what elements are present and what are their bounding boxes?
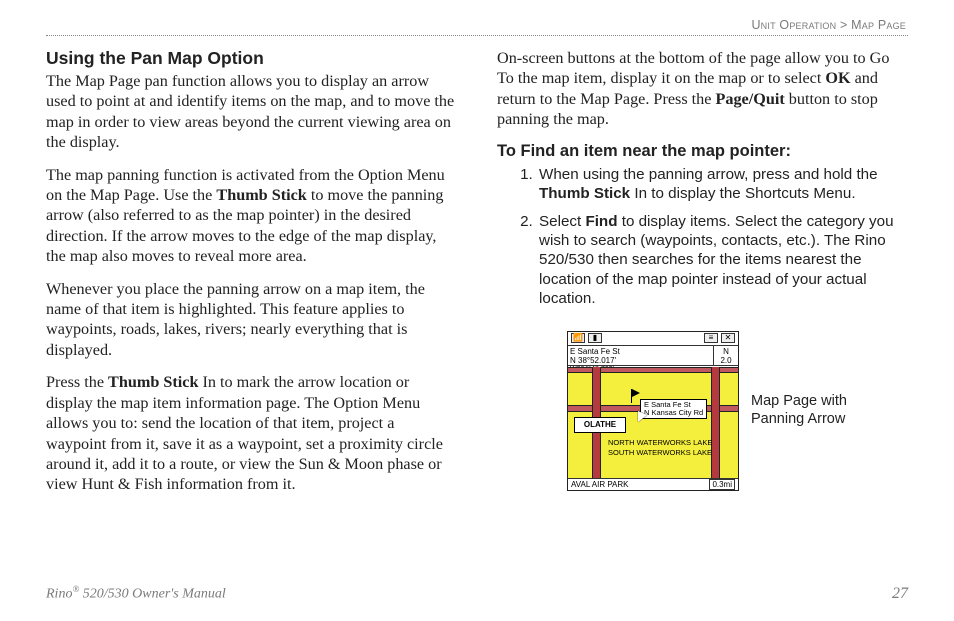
panning-arrow-icon bbox=[638, 411, 648, 421]
breadcrumb-page: Map Page bbox=[851, 18, 906, 32]
paragraph: The map panning function is activated fr… bbox=[46, 165, 457, 267]
paragraph: Whenever you place the panning arrow on … bbox=[46, 279, 457, 361]
road bbox=[711, 367, 720, 490]
section-heading: Using the Pan Map Option bbox=[46, 48, 457, 69]
header-divider bbox=[46, 35, 908, 36]
bold-term: Page/Quit bbox=[715, 90, 784, 108]
popup-line: N Kansas City Rd bbox=[644, 409, 703, 417]
sat-icon: 📶 bbox=[571, 333, 585, 343]
footer-manual-title: Rino® 520/530 Owner's Manual bbox=[46, 584, 226, 603]
bold-term: Thumb Stick bbox=[539, 185, 630, 202]
coord-readout: E Santa Fe St N 38°52.017' W084°48.762' bbox=[568, 346, 714, 365]
step-item: Select Find to display items. Select the… bbox=[537, 212, 908, 309]
bold-term: Thumb Stick bbox=[216, 186, 306, 204]
paragraph: The Map Page pan function allows you to … bbox=[46, 71, 457, 153]
coord-line: N 38°52.017' bbox=[570, 356, 711, 365]
close-icon: ✕ bbox=[721, 333, 735, 343]
subheading: To Find an item near the map pointer: bbox=[497, 142, 908, 161]
text: Press the bbox=[46, 373, 108, 391]
lake-label: NORTH WATERWORKS LAKE bbox=[608, 439, 712, 447]
breadcrumb-section: Unit Operation bbox=[751, 18, 836, 32]
coord-line: E Santa Fe St bbox=[570, 347, 711, 356]
distance-readout: N 2.0 bbox=[714, 346, 738, 365]
map-screenshot: 📶 ▮ ≡ ✕ E Santa Fe St N 38°52.017' W084°… bbox=[567, 331, 739, 491]
step-item: When using the panning arrow, press and … bbox=[537, 165, 908, 204]
content-columns: Using the Pan Map Option The Map Page pa… bbox=[46, 48, 908, 495]
breadcrumb: Unit Operation > Map Page bbox=[46, 18, 908, 32]
bold-term: Thumb Stick bbox=[108, 373, 198, 391]
text: In to mark the arrow location or display… bbox=[46, 373, 443, 493]
menu-icon: ≡ bbox=[704, 333, 718, 343]
page-footer: Rino® 520/530 Owner's Manual 27 bbox=[46, 584, 908, 603]
page-number: 27 bbox=[892, 585, 908, 603]
city-label: OLATHE bbox=[574, 417, 626, 433]
breadcrumb-sep: > bbox=[836, 18, 851, 32]
battery-icon: ▮ bbox=[588, 333, 602, 343]
device-topbar: 📶 ▮ ≡ ✕ bbox=[568, 332, 738, 346]
lake-label: SOUTH WATERWORKS LAKE bbox=[608, 449, 712, 457]
bold-term: OK bbox=[825, 69, 850, 87]
paragraph: Press the Thumb Stick In to mark the arr… bbox=[46, 372, 457, 494]
figure-caption: Map Page with Panning Arrow bbox=[751, 393, 881, 428]
steps-list: When using the panning arrow, press and … bbox=[497, 165, 908, 309]
map-bottombar: AVAL AIR PARK 0.3mi bbox=[568, 478, 738, 490]
manual-page: Unit Operation > Map Page Using the Pan … bbox=[0, 0, 954, 621]
caption-line: Map Page with bbox=[751, 393, 847, 409]
brand: Rino bbox=[46, 587, 72, 602]
right-column: On-screen buttons at the bottom of the p… bbox=[497, 48, 908, 495]
figure-row: 📶 ▮ ≡ ✕ E Santa Fe St N 38°52.017' W084°… bbox=[567, 331, 908, 491]
coord-bar: E Santa Fe St N 38°52.017' W084°48.762' … bbox=[568, 346, 738, 366]
dist-dir: N bbox=[716, 347, 736, 356]
text: Select bbox=[539, 213, 585, 230]
scale-readout: 0.3mi bbox=[709, 479, 735, 490]
dist-val: 2.0 bbox=[716, 356, 736, 365]
manual-name: 520/530 Owner's Manual bbox=[79, 587, 226, 602]
bottom-label: AVAL AIR PARK bbox=[571, 480, 629, 489]
text: In to display the Shortcuts Menu. bbox=[630, 185, 855, 202]
paragraph: On-screen buttons at the bottom of the p… bbox=[497, 48, 908, 130]
text: When using the panning arrow, press and … bbox=[539, 166, 878, 183]
map-canvas: OLATHE E Santa Fe St N Kansas City Rd NO… bbox=[568, 367, 738, 490]
bold-term: Find bbox=[585, 213, 617, 230]
left-column: Using the Pan Map Option The Map Page pa… bbox=[46, 48, 457, 495]
caption-line: Panning Arrow bbox=[751, 411, 845, 427]
map-pointer-popup: E Santa Fe St N Kansas City Rd bbox=[640, 399, 707, 419]
